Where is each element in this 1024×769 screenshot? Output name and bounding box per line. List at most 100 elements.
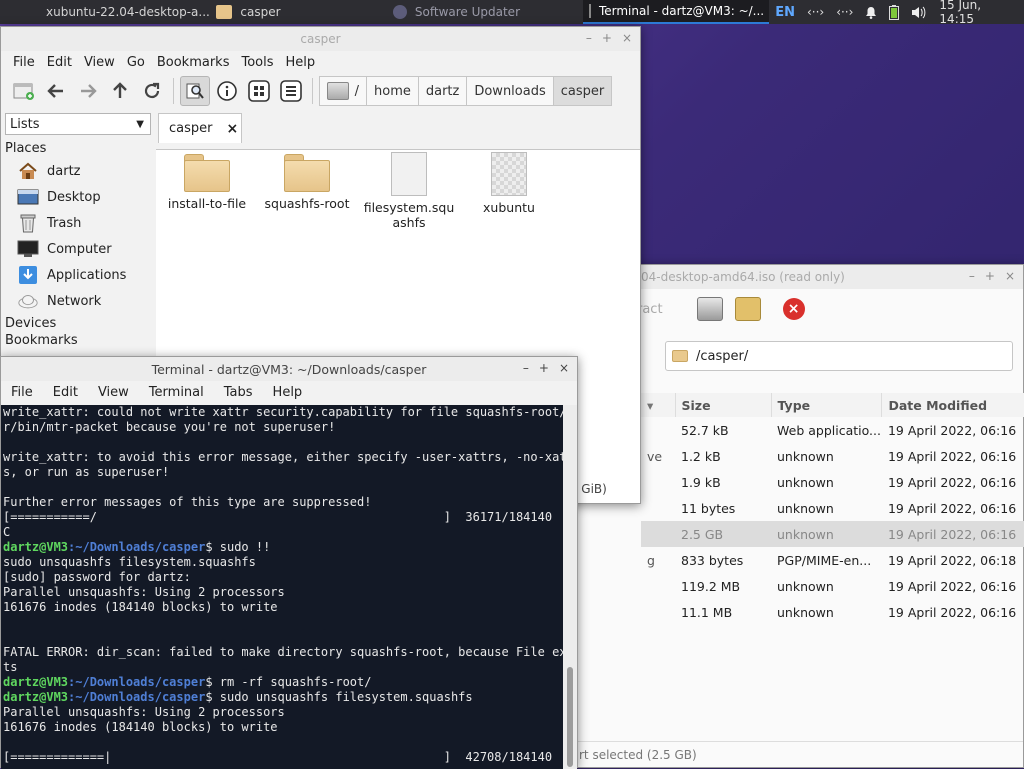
menu-tools[interactable]: Tools	[235, 55, 279, 70]
table-row[interactable]: 1.9 kB unknown 19 April 2022, 06:16	[641, 469, 1024, 495]
terminal-output[interactable]: write_xattr: could not write xattr secur…	[1, 405, 565, 769]
file-name: xubuntu	[483, 200, 535, 215]
task-archive[interactable]: xubuntu-22.04-desktop-a...	[0, 0, 210, 24]
task-casper[interactable]: casper	[210, 0, 386, 24]
home-icon	[17, 161, 39, 181]
network-icon[interactable]: ‹··›	[830, 5, 859, 19]
table-row[interactable]: g 833 bytes PGP/MIME-en... 19 April 2022, 0…	[641, 547, 1024, 573]
place-network[interactable]: Network	[1, 288, 155, 314]
minimize-button[interactable]: –	[969, 269, 975, 283]
cell-size: 1.9 kB	[681, 474, 721, 490]
table-row[interactable]: 119.2 MB unknown 19 April 2022, 06:16	[641, 573, 1024, 599]
scrollbar-thumb[interactable]	[567, 667, 573, 767]
cell-date: 19 April 2022, 06:16	[887, 500, 1017, 516]
icon-view-icon[interactable]	[244, 76, 274, 106]
breadcrumb-dartz[interactable]: dartz	[417, 76, 468, 106]
menu-bookmarks[interactable]: Bookmarks	[151, 55, 236, 70]
info-icon[interactable]	[212, 76, 242, 106]
list-view-icon[interactable]	[276, 76, 306, 106]
menu-tabs[interactable]: Tabs	[218, 385, 259, 400]
window-title: 04-desktop-amd64.iso (read only)	[641, 270, 845, 284]
place-applications[interactable]: Applications	[1, 262, 155, 288]
close-button[interactable]: ×	[622, 31, 632, 45]
menu-help[interactable]: Help	[267, 385, 309, 400]
clock[interactable]: 15 Jun, 14:15	[933, 0, 1024, 26]
column-header-date[interactable]: Date Modified	[881, 393, 1024, 417]
reload-icon[interactable]	[137, 76, 167, 106]
table-row[interactable]: 52.7 kB Web applicatio... 19 April 2022, 0…	[641, 417, 1024, 443]
breadcrumb-casper[interactable]: casper	[552, 76, 613, 106]
place-label: dartz	[47, 163, 81, 179]
search-icon[interactable]	[180, 76, 210, 106]
terminal-text: Parallel unsquashfs: Using 2 processors	[3, 705, 285, 719]
disc-image-icon	[491, 152, 527, 196]
column-header-type[interactable]: Type	[771, 393, 883, 417]
cell-size: 11.1 MB	[681, 604, 733, 620]
up-arrow-icon[interactable]	[105, 76, 135, 106]
tab-casper[interactable]: casper ×	[158, 113, 242, 143]
archive-location-bar[interactable]: /casper/	[665, 341, 1013, 371]
keyboard-layout-indicator[interactable]: EN	[769, 5, 801, 20]
maximize-button[interactable]: +	[539, 361, 549, 375]
place-trash[interactable]: Trash	[1, 210, 155, 236]
back-arrow-icon[interactable]	[41, 76, 71, 106]
archive-properties-icon[interactable]	[696, 297, 723, 321]
menu-help[interactable]: Help	[280, 55, 322, 70]
place-desktop[interactable]: Desktop	[1, 184, 155, 210]
file-item-install-to-file[interactable]: install-to-file	[157, 154, 257, 211]
stop-icon[interactable]: ×	[782, 298, 805, 320]
maximize-button[interactable]: +	[602, 31, 612, 45]
task-software-updater[interactable]: Software Updater	[387, 0, 583, 24]
volume-icon[interactable]	[905, 6, 933, 19]
menu-go[interactable]: Go	[121, 55, 151, 70]
file-item-filesystem-squashfs[interactable]: filesystem.squashfs	[359, 152, 459, 230]
window-title: Terminal - dartz@VM3: ~/Downloads/casper	[151, 361, 427, 377]
menu-file[interactable]: File	[7, 55, 41, 70]
menu-terminal[interactable]: Terminal	[143, 385, 210, 400]
network-icon[interactable]: ‹··›	[801, 5, 830, 19]
table-row[interactable]: 2.5 GB unknown 19 April 2022, 06:16	[641, 521, 1024, 547]
menu-file[interactable]: File	[5, 385, 39, 400]
cell-date: 19 April 2022, 06:16	[887, 448, 1017, 464]
minimize-button[interactable]: –	[523, 361, 529, 375]
prompt-path: :~/Downloads/casper	[68, 690, 206, 704]
column-header-size[interactable]: Size	[675, 393, 772, 417]
place-label: Applications	[47, 267, 127, 283]
task-label: casper	[240, 5, 281, 19]
place-computer[interactable]: Computer	[1, 236, 155, 262]
table-row[interactable]: 11 bytes unknown 19 April 2022, 06:16	[641, 495, 1024, 521]
maximize-button[interactable]: +	[985, 269, 995, 283]
battery-icon[interactable]	[883, 4, 905, 20]
file-item-squashfs-root[interactable]: squashfs-root	[257, 154, 357, 211]
menu-edit[interactable]: Edit	[47, 385, 84, 400]
breadcrumb-downloads[interactable]: Downloads	[466, 76, 554, 106]
file-manager-titlebar[interactable]: casper – + ×	[1, 27, 640, 51]
place-label: Desktop	[47, 189, 101, 205]
sort-chevron-icon[interactable]: ▾	[641, 393, 676, 417]
minimize-button[interactable]: –	[586, 31, 592, 45]
breadcrumb-root[interactable]: /	[319, 76, 367, 106]
breadcrumb-home[interactable]: home	[366, 76, 419, 106]
side-pane-mode-select[interactable]: Lists ▼	[5, 113, 151, 135]
forward-arrow-icon[interactable]	[73, 76, 103, 106]
close-button[interactable]: ×	[559, 361, 569, 375]
notification-bell-icon[interactable]	[859, 6, 883, 19]
close-button[interactable]: ×	[1005, 269, 1015, 283]
menu-view[interactable]: View	[78, 55, 121, 70]
task-terminal[interactable]: Terminal - dartz@VM3: ~/...	[582, 0, 770, 24]
cell-type: unknown	[771, 521, 882, 547]
menu-view[interactable]: View	[92, 385, 135, 400]
applications-icon	[17, 265, 39, 285]
terminal-titlebar[interactable]: Terminal - dartz@VM3: ~/Downloads/casper…	[1, 357, 577, 381]
file-item-xubuntu[interactable]: xubuntu	[459, 152, 559, 215]
menu-edit[interactable]: Edit	[41, 55, 78, 70]
table-row[interactable]: ve 1.2 kB unknown 19 April 2022, 06:16	[641, 443, 1024, 469]
close-tab-icon[interactable]: ×	[226, 121, 238, 137]
new-tab-icon[interactable]	[9, 76, 39, 106]
terminal-line: Further error messages of this type are …	[3, 495, 565, 510]
window-controls: – + ×	[523, 361, 569, 375]
terminal-scrollbar[interactable]	[563, 405, 577, 769]
add-files-icon[interactable]	[734, 297, 761, 321]
place-dartz[interactable]: dartz	[1, 158, 155, 184]
table-row[interactable]: 11.1 MB unknown 19 April 2022, 06:16	[641, 599, 1024, 625]
